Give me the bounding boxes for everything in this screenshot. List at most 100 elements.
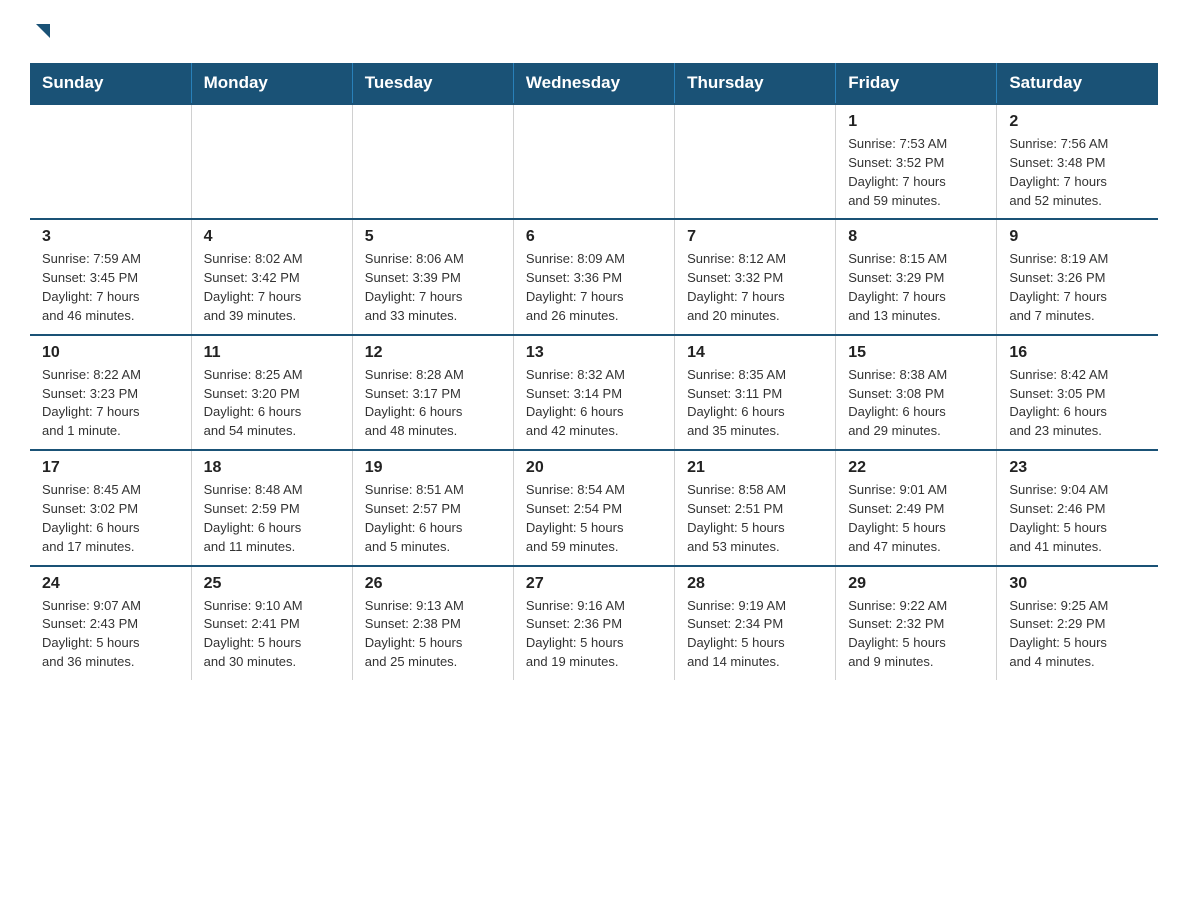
calendar-cell: 4 Sunrise: 8:02 AM Sunset: 3:42 PM Daylig…	[191, 219, 352, 334]
weekday-header-thursday: Thursday	[675, 63, 836, 104]
calendar-cell: 30 Sunrise: 9:25 AM Sunset: 2:29 PM Dayli…	[997, 566, 1158, 680]
day-number: 15	[848, 344, 984, 362]
day-number: 17	[42, 459, 179, 477]
day-number: 1	[848, 113, 984, 131]
calendar-cell: 13 Sunrise: 8:32 AM Sunset: 3:14 PM Dayli…	[513, 335, 674, 450]
day-number: 8	[848, 228, 984, 246]
calendar-header: SundayMondayTuesdayWednesdayThursdayFrid…	[30, 63, 1158, 104]
calendar-cell: 7 Sunrise: 8:12 AM Sunset: 3:32 PM Daylig…	[675, 219, 836, 334]
day-info: Sunrise: 8:28 AM Sunset: 3:17 PM Dayligh…	[365, 366, 501, 441]
day-info: Sunrise: 7:56 AM Sunset: 3:48 PM Dayligh…	[1009, 135, 1146, 210]
day-info: Sunrise: 8:32 AM Sunset: 3:14 PM Dayligh…	[526, 366, 662, 441]
calendar-cell: 10 Sunrise: 8:22 AM Sunset: 3:23 PM Dayli…	[30, 335, 191, 450]
calendar-cell: 28 Sunrise: 9:19 AM Sunset: 2:34 PM Dayli…	[675, 566, 836, 680]
day-info: Sunrise: 8:38 AM Sunset: 3:08 PM Dayligh…	[848, 366, 984, 441]
calendar-cell	[513, 104, 674, 219]
day-info: Sunrise: 8:58 AM Sunset: 2:51 PM Dayligh…	[687, 481, 823, 556]
day-number: 5	[365, 228, 501, 246]
day-number: 16	[1009, 344, 1146, 362]
calendar-cell: 11Sunrise: 8:25 AM Sunset: 3:20 PM Dayli…	[191, 335, 352, 450]
calendar-cell: 25 Sunrise: 9:10 AM Sunset: 2:41 PM Dayli…	[191, 566, 352, 680]
day-number: 11	[204, 344, 340, 362]
calendar-cell: 29 Sunrise: 9:22 AM Sunset: 2:32 PM Dayli…	[836, 566, 997, 680]
weekday-header-wednesday: Wednesday	[513, 63, 674, 104]
day-info: Sunrise: 9:04 AM Sunset: 2:46 PM Dayligh…	[1009, 481, 1146, 556]
calendar-cell	[191, 104, 352, 219]
day-number: 13	[526, 344, 662, 362]
day-number: 12	[365, 344, 501, 362]
day-number: 7	[687, 228, 823, 246]
day-info: Sunrise: 8:42 AM Sunset: 3:05 PM Dayligh…	[1009, 366, 1146, 441]
weekday-header-friday: Friday	[836, 63, 997, 104]
calendar-cell: 19Sunrise: 8:51 AM Sunset: 2:57 PM Dayli…	[352, 450, 513, 565]
day-info: Sunrise: 9:07 AM Sunset: 2:43 PM Dayligh…	[42, 597, 179, 672]
day-number: 14	[687, 344, 823, 362]
day-info: Sunrise: 9:25 AM Sunset: 2:29 PM Dayligh…	[1009, 597, 1146, 672]
day-number: 28	[687, 575, 823, 593]
day-number: 21	[687, 459, 823, 477]
calendar-cell: 6 Sunrise: 8:09 AM Sunset: 3:36 PM Daylig…	[513, 219, 674, 334]
day-number: 18	[204, 459, 340, 477]
weekday-header-monday: Monday	[191, 63, 352, 104]
day-info: Sunrise: 8:09 AM Sunset: 3:36 PM Dayligh…	[526, 250, 662, 325]
calendar-week-row: 3 Sunrise: 7:59 AM Sunset: 3:45 PM Daylig…	[30, 219, 1158, 334]
day-info: Sunrise: 8:48 AM Sunset: 2:59 PM Dayligh…	[204, 481, 340, 556]
day-number: 30	[1009, 575, 1146, 593]
calendar-week-row: 10 Sunrise: 8:22 AM Sunset: 3:23 PM Dayli…	[30, 335, 1158, 450]
day-info: Sunrise: 9:10 AM Sunset: 2:41 PM Dayligh…	[204, 597, 340, 672]
day-info: Sunrise: 8:06 AM Sunset: 3:39 PM Dayligh…	[365, 250, 501, 325]
day-info: Sunrise: 9:01 AM Sunset: 2:49 PM Dayligh…	[848, 481, 984, 556]
day-info: Sunrise: 8:54 AM Sunset: 2:54 PM Dayligh…	[526, 481, 662, 556]
calendar-cell: 14 Sunrise: 8:35 AM Sunset: 3:11 PM Dayli…	[675, 335, 836, 450]
day-info: Sunrise: 7:53 AM Sunset: 3:52 PM Dayligh…	[848, 135, 984, 210]
calendar-cell: 17Sunrise: 8:45 AM Sunset: 3:02 PM Dayli…	[30, 450, 191, 565]
calendar-cell: 22 Sunrise: 9:01 AM Sunset: 2:49 PM Dayli…	[836, 450, 997, 565]
calendar-cell: 12 Sunrise: 8:28 AM Sunset: 3:17 PM Dayli…	[352, 335, 513, 450]
calendar-cell: 26 Sunrise: 9:13 AM Sunset: 2:38 PM Dayli…	[352, 566, 513, 680]
page-header	[30, 20, 1158, 43]
day-info: Sunrise: 8:35 AM Sunset: 3:11 PM Dayligh…	[687, 366, 823, 441]
calendar-week-row: 24Sunrise: 9:07 AM Sunset: 2:43 PM Dayli…	[30, 566, 1158, 680]
calendar-cell: 1 Sunrise: 7:53 AM Sunset: 3:52 PM Daylig…	[836, 104, 997, 219]
calendar-cell	[675, 104, 836, 219]
day-info: Sunrise: 9:13 AM Sunset: 2:38 PM Dayligh…	[365, 597, 501, 672]
weekday-header-row: SundayMondayTuesdayWednesdayThursdayFrid…	[30, 63, 1158, 104]
day-info: Sunrise: 8:02 AM Sunset: 3:42 PM Dayligh…	[204, 250, 340, 325]
day-number: 6	[526, 228, 662, 246]
day-number: 25	[204, 575, 340, 593]
weekday-header-tuesday: Tuesday	[352, 63, 513, 104]
day-info: Sunrise: 8:22 AM Sunset: 3:23 PM Dayligh…	[42, 366, 179, 441]
calendar-cell: 3 Sunrise: 7:59 AM Sunset: 3:45 PM Daylig…	[30, 219, 191, 334]
day-number: 2	[1009, 113, 1146, 131]
day-number: 4	[204, 228, 340, 246]
day-info: Sunrise: 7:59 AM Sunset: 3:45 PM Dayligh…	[42, 250, 179, 325]
calendar-table: SundayMondayTuesdayWednesdayThursdayFrid…	[30, 63, 1158, 680]
calendar-cell	[352, 104, 513, 219]
calendar-cell: 15 Sunrise: 8:38 AM Sunset: 3:08 PM Dayli…	[836, 335, 997, 450]
day-number: 27	[526, 575, 662, 593]
day-info: Sunrise: 9:19 AM Sunset: 2:34 PM Dayligh…	[687, 597, 823, 672]
day-info: Sunrise: 8:12 AM Sunset: 3:32 PM Dayligh…	[687, 250, 823, 325]
calendar-cell: 5 Sunrise: 8:06 AM Sunset: 3:39 PM Daylig…	[352, 219, 513, 334]
logo	[30, 20, 54, 43]
calendar-cell: 21 Sunrise: 8:58 AM Sunset: 2:51 PM Dayli…	[675, 450, 836, 565]
day-info: Sunrise: 8:15 AM Sunset: 3:29 PM Dayligh…	[848, 250, 984, 325]
calendar-week-row: 1 Sunrise: 7:53 AM Sunset: 3:52 PM Daylig…	[30, 104, 1158, 219]
day-number: 29	[848, 575, 984, 593]
weekday-header-sunday: Sunday	[30, 63, 191, 104]
day-number: 3	[42, 228, 179, 246]
calendar-body: 1 Sunrise: 7:53 AM Sunset: 3:52 PM Daylig…	[30, 104, 1158, 680]
day-number: 22	[848, 459, 984, 477]
day-info: Sunrise: 8:19 AM Sunset: 3:26 PM Dayligh…	[1009, 250, 1146, 325]
calendar-week-row: 17Sunrise: 8:45 AM Sunset: 3:02 PM Dayli…	[30, 450, 1158, 565]
day-number: 23	[1009, 459, 1146, 477]
calendar-cell: 9 Sunrise: 8:19 AM Sunset: 3:26 PM Daylig…	[997, 219, 1158, 334]
day-number: 10	[42, 344, 179, 362]
day-number: 26	[365, 575, 501, 593]
calendar-cell: 20Sunrise: 8:54 AM Sunset: 2:54 PM Dayli…	[513, 450, 674, 565]
day-info: Sunrise: 9:22 AM Sunset: 2:32 PM Dayligh…	[848, 597, 984, 672]
day-number: 9	[1009, 228, 1146, 246]
day-info: Sunrise: 9:16 AM Sunset: 2:36 PM Dayligh…	[526, 597, 662, 672]
weekday-header-saturday: Saturday	[997, 63, 1158, 104]
calendar-cell: 27 Sunrise: 9:16 AM Sunset: 2:36 PM Dayli…	[513, 566, 674, 680]
